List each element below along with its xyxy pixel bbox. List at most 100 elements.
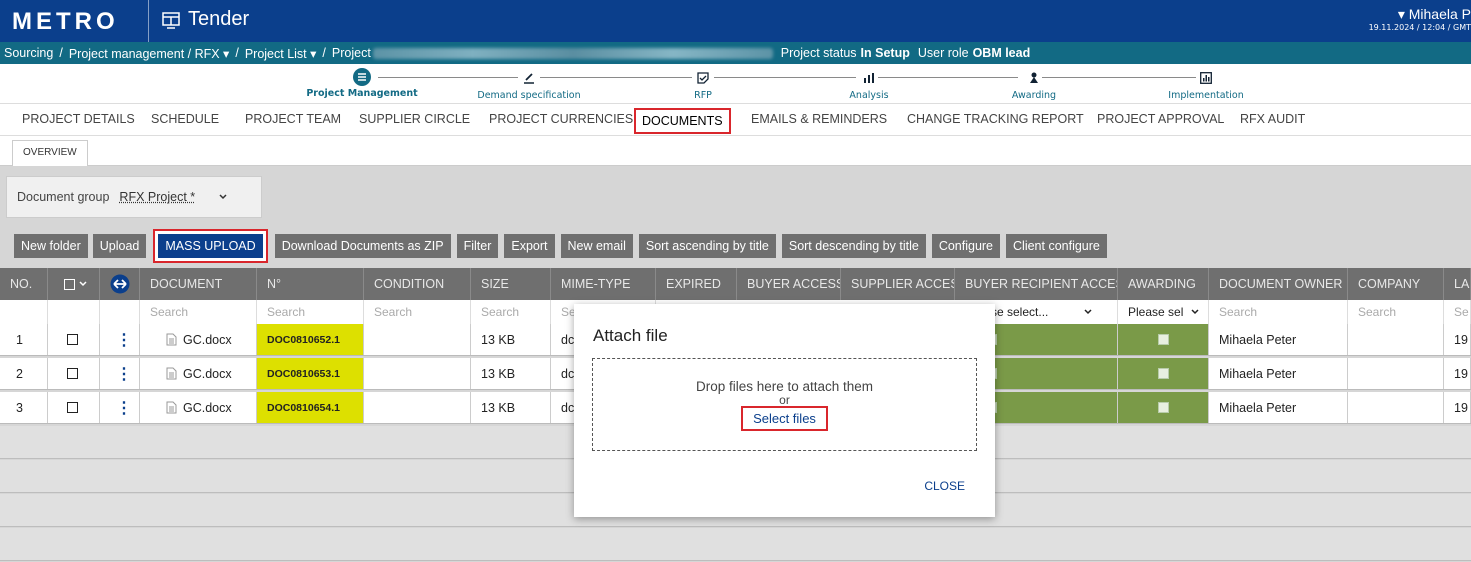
- col-buyer-access[interactable]: BUYER ACCESS: [737, 268, 841, 300]
- row-document-cell[interactable]: GC.docx: [140, 324, 257, 355]
- document-check-icon: [633, 70, 773, 86]
- client-configure-button[interactable]: Client configure: [1006, 234, 1107, 258]
- row-checkbox[interactable]: [67, 368, 78, 379]
- tab-supplier-circle[interactable]: SUPPLIER CIRCLE: [359, 112, 470, 126]
- step-awarding[interactable]: Awarding: [964, 70, 1104, 101]
- user-menu[interactable]: ▾ Mihaela P 19.11.2024 / 12:04 / GMT: [1369, 6, 1471, 32]
- search-last-input[interactable]: Se: [1444, 300, 1471, 324]
- row-document-cell[interactable]: GC.docx: [140, 358, 257, 389]
- condition-cell: [364, 324, 471, 355]
- row-checkbox[interactable]: [67, 402, 78, 413]
- user-role-label: User role: [917, 46, 969, 60]
- breadcrumb-sourcing[interactable]: Sourcing: [4, 46, 53, 60]
- col-awarding[interactable]: AWARDING: [1118, 268, 1209, 300]
- file-drop-zone[interactable]: Drop files here to attach them or Select…: [592, 358, 977, 451]
- col-document[interactable]: DOCUMENT: [140, 268, 257, 300]
- col-expand[interactable]: [100, 268, 140, 300]
- search-owner-input[interactable]: Search: [1209, 300, 1348, 324]
- row-checkbox-cell[interactable]: [48, 358, 100, 389]
- new-folder-button[interactable]: New folder: [14, 234, 88, 258]
- export-button[interactable]: Export: [504, 234, 555, 258]
- search-size-input[interactable]: Search: [471, 300, 551, 324]
- col-size[interactable]: SIZE: [471, 268, 551, 300]
- mass-upload-button[interactable]: MASS UPLOAD: [158, 234, 263, 258]
- col-buyer-recipient-access[interactable]: BUYER RECIPIENT ACCESS: [955, 268, 1118, 300]
- search-number-input[interactable]: Search: [257, 300, 364, 324]
- tab-project-details[interactable]: PROJECT DETAILS: [22, 112, 135, 126]
- tab-documents[interactable]: DOCUMENTS: [634, 108, 731, 134]
- user-name[interactable]: ▾ Mihaela P: [1369, 6, 1471, 23]
- tab-project-approval[interactable]: PROJECT APPROVAL: [1097, 112, 1224, 126]
- awarding-cell[interactable]: [1118, 358, 1209, 389]
- awarding-cell[interactable]: [1118, 324, 1209, 355]
- col-supplier-access[interactable]: SUPPLIER ACCESS: [841, 268, 955, 300]
- redacted-project-name: [372, 47, 773, 59]
- document-name[interactable]: GC.docx: [183, 333, 232, 347]
- checkbox[interactable]: [1157, 368, 1169, 379]
- breadcrumb-project-list[interactable]: Project List ▾: [245, 46, 317, 61]
- tab-change-tracking-report[interactable]: CHANGE TRACKING REPORT: [907, 112, 1084, 126]
- col-no[interactable]: NO.: [0, 268, 48, 300]
- step-project-management[interactable]: Project Management: [292, 68, 432, 99]
- row-document-cell[interactable]: GC.docx: [140, 392, 257, 423]
- document-name[interactable]: GC.docx: [183, 401, 232, 415]
- col-last[interactable]: LA: [1444, 268, 1471, 300]
- checkbox[interactable]: [1157, 334, 1169, 345]
- last-cell: 19: [1444, 392, 1471, 423]
- document-group-select[interactable]: RFX Project *: [119, 190, 227, 204]
- document-number: DOC0810653.1: [257, 358, 364, 389]
- row-menu-icon[interactable]: ⋮: [100, 324, 140, 355]
- tab-schedule[interactable]: SCHEDULE: [151, 112, 219, 126]
- row-menu-icon[interactable]: ⋮: [100, 358, 140, 389]
- subtab-overview[interactable]: OVERVIEW: [12, 140, 88, 166]
- col-number[interactable]: N°: [257, 268, 364, 300]
- step-implementation[interactable]: Implementation: [1136, 70, 1276, 101]
- chevron-down-icon: [1191, 309, 1199, 315]
- col-condition[interactable]: CONDITION: [364, 268, 471, 300]
- download-zip-button[interactable]: Download Documents as ZIP: [274, 234, 451, 258]
- breadcrumb-project[interactable]: Project: [332, 46, 371, 60]
- configure-button[interactable]: Configure: [931, 234, 1001, 258]
- checkbox[interactable]: [1157, 402, 1169, 413]
- attach-file-dialog: Attach file Drop files here to attach th…: [574, 304, 995, 517]
- last-cell: 19: [1444, 324, 1471, 355]
- upload-button[interactable]: Upload: [92, 234, 147, 258]
- step-analysis[interactable]: Analysis: [799, 70, 939, 101]
- col-mime-type[interactable]: MIME-TYPE: [551, 268, 656, 300]
- app-title-text: Tender: [188, 8, 250, 30]
- tab-rfx-audit[interactable]: RFX AUDIT: [1240, 112, 1305, 126]
- table-header: NO. DOCUMENT N° CONDITION SIZE MIME-TYPE…: [0, 268, 1471, 300]
- awarding-cell[interactable]: [1118, 392, 1209, 423]
- col-select-all[interactable]: [48, 268, 100, 300]
- close-button[interactable]: CLOSE: [924, 479, 965, 493]
- drop-instructions: Drop files here to attach them: [695, 379, 874, 394]
- col-company[interactable]: COMPANY: [1348, 268, 1444, 300]
- row-checkbox-cell[interactable]: [48, 324, 100, 355]
- search-document-input[interactable]: Search: [140, 300, 257, 324]
- sort-descending-button[interactable]: Sort descending by title: [781, 234, 926, 258]
- step-demand-specification[interactable]: Demand specification: [459, 70, 599, 101]
- new-email-button[interactable]: New email: [560, 234, 633, 258]
- filter-button[interactable]: Filter: [456, 234, 499, 258]
- col-expired[interactable]: EXPIRED: [656, 268, 737, 300]
- search-condition-input[interactable]: Search: [364, 300, 471, 324]
- select-files-button[interactable]: Select files: [741, 406, 828, 431]
- awarding-select[interactable]: Please sel: [1118, 300, 1209, 324]
- row-menu-icon[interactable]: ⋮: [100, 392, 140, 423]
- tab-project-currencies[interactable]: PROJECT CURRENCIES: [489, 112, 633, 126]
- expand-columns-icon[interactable]: [110, 274, 130, 294]
- row-checkbox[interactable]: [67, 334, 78, 345]
- sort-ascending-button[interactable]: Sort ascending by title: [638, 234, 776, 258]
- document-name[interactable]: GC.docx: [183, 367, 232, 381]
- col-document-owner[interactable]: DOCUMENT OWNER: [1209, 268, 1348, 300]
- step-rfp[interactable]: RFP: [633, 70, 773, 101]
- select-all-checkbox[interactable]: [64, 278, 75, 290]
- row-checkbox-cell[interactable]: [48, 392, 100, 423]
- tab-emails-reminders[interactable]: EMAILS & REMINDERS: [751, 112, 887, 126]
- tab-project-team[interactable]: PROJECT TEAM: [245, 112, 341, 126]
- chevron-down-icon[interactable]: [79, 281, 87, 287]
- search-company-input[interactable]: Search: [1348, 300, 1444, 324]
- empty-row: [0, 528, 1471, 561]
- breadcrumb-project-management[interactable]: Project management / RFX ▾: [69, 46, 230, 61]
- bar-chart-icon: [799, 70, 939, 86]
